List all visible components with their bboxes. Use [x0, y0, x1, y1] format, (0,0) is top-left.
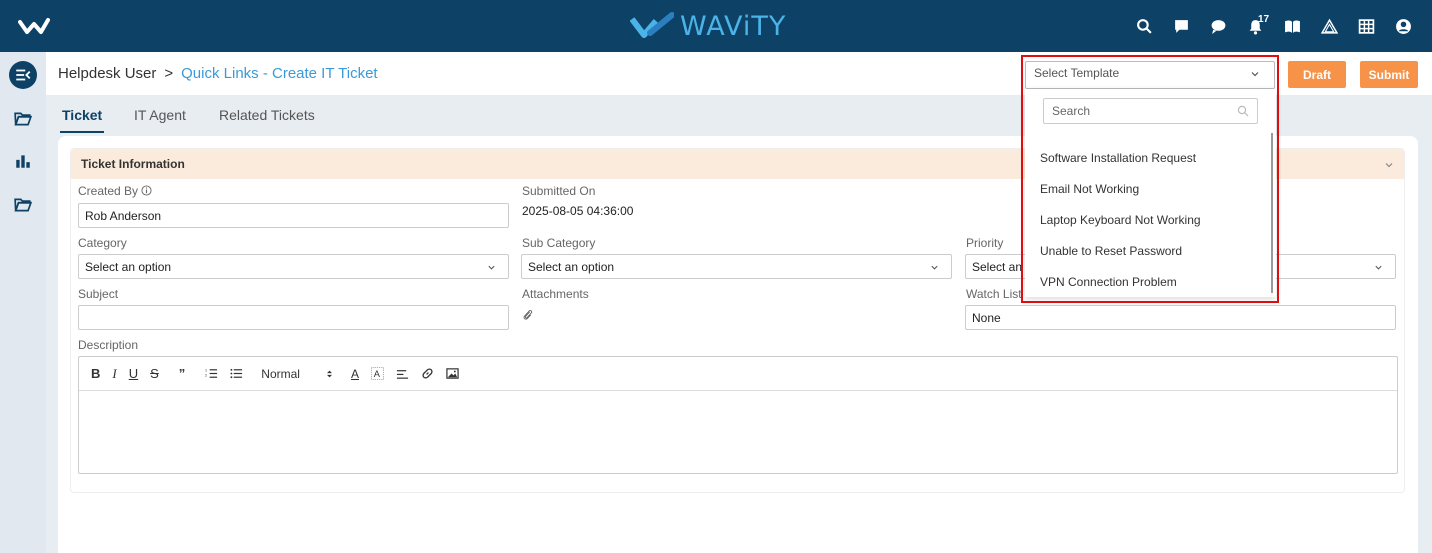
chevron-down-icon — [488, 265, 495, 270]
template-search-input[interactable]: Search — [1043, 98, 1258, 124]
brand-mark-icon — [630, 12, 674, 38]
search-icon[interactable] — [1127, 9, 1161, 43]
triangle-icon[interactable] — [1312, 9, 1346, 43]
submitted-on-label: Submitted On — [522, 184, 596, 198]
template-option[interactable]: VPN Connection Problem — [1025, 266, 1276, 297]
breadcrumb-root[interactable]: Helpdesk User — [58, 65, 156, 82]
svg-text:A: A — [374, 369, 381, 379]
chat-square-icon[interactable] — [1164, 9, 1198, 43]
template-select-placeholder: Select Template — [1034, 66, 1120, 80]
folder-open-icon[interactable] — [8, 106, 38, 132]
sidebar — [0, 52, 46, 553]
bullet-list-icon[interactable] — [230, 367, 243, 380]
svg-text:1: 1 — [205, 369, 207, 373]
sub-category-label: Sub Category — [522, 236, 596, 250]
top-bar: WAViTY 17 — [0, 0, 1432, 52]
category-label: Category — [78, 236, 127, 250]
subject-label: Subject — [78, 287, 119, 301]
strikethrough-icon[interactable]: S — [150, 366, 159, 381]
attachments-label: Attachments — [522, 287, 589, 301]
sidebar-toggle-button[interactable] — [8, 61, 38, 89]
ordered-list-icon[interactable]: 12 — [205, 367, 218, 380]
format-select[interactable]: Normal — [261, 367, 333, 381]
draft-button[interactable]: Draft — [1288, 61, 1346, 88]
submit-button[interactable]: Submit — [1360, 61, 1418, 88]
watch-list-field[interactable]: None — [965, 305, 1396, 330]
user-icon[interactable] — [1386, 9, 1420, 43]
paperclip-icon[interactable] — [522, 308, 533, 321]
align-icon[interactable] — [396, 367, 409, 380]
breadcrumb-separator: > — [164, 65, 174, 82]
text-color-icon[interactable]: A — [351, 367, 359, 381]
book-icon[interactable] — [1275, 9, 1309, 43]
brand-name: WAViTY — [680, 10, 787, 42]
tab-ticket[interactable]: Ticket — [62, 107, 102, 123]
description-label: Description — [78, 338, 139, 352]
chevron-down-icon — [1251, 72, 1259, 77]
template-dropdown: Search Software Installation Request Ema… — [1025, 89, 1276, 297]
created-by-field[interactable]: Rob Anderson — [78, 203, 509, 228]
bell-icon[interactable]: 17 — [1238, 9, 1272, 43]
breadcrumb: Helpdesk User > Quick Links - Create IT … — [58, 65, 378, 82]
folder-icon[interactable] — [8, 192, 38, 218]
section-title: Ticket Information — [81, 157, 185, 171]
dropdown-scrollbar[interactable] — [1271, 133, 1273, 293]
watch-list-label: Watch List — [966, 287, 1022, 301]
info-icon[interactable] — [141, 185, 152, 196]
subject-input[interactable] — [78, 305, 509, 330]
chevron-down-icon — [931, 265, 938, 270]
image-icon[interactable] — [446, 367, 459, 380]
template-option[interactable]: Unable to Reset Password — [1025, 235, 1276, 266]
grid-icon[interactable] — [1349, 9, 1383, 43]
tab-related-tickets[interactable]: Related Tickets — [219, 107, 315, 123]
notification-count: 17 — [1258, 14, 1270, 25]
active-tab-indicator — [60, 131, 104, 133]
description-editor: B I U S ” 12 Normal A A — [78, 356, 1398, 474]
editor-toolbar: B I U S ” 12 Normal A A — [79, 357, 1397, 391]
template-option[interactable]: Laptop Keyboard Not Working — [1025, 205, 1276, 236]
blockquote-icon[interactable]: ” — [179, 366, 186, 381]
link-icon[interactable] — [421, 367, 434, 380]
search-icon — [1237, 105, 1249, 117]
priority-label: Priority — [966, 236, 1004, 250]
bold-icon[interactable]: B — [91, 366, 100, 381]
italic-icon[interactable]: I — [112, 366, 116, 382]
submitted-on-value: 2025-08-05 04:36:00 — [522, 204, 634, 218]
template-search-placeholder: Search — [1052, 104, 1091, 118]
chevron-down-icon — [1375, 265, 1382, 270]
up-down-icon — [326, 370, 332, 377]
svg-text:2: 2 — [205, 373, 207, 377]
underline-icon[interactable]: U — [129, 366, 138, 381]
template-option-list: Software Installation Request Email Not … — [1025, 143, 1276, 297]
template-select[interactable]: Select Template — [1025, 61, 1275, 89]
chat-bubble-icon[interactable] — [1201, 9, 1235, 43]
created-by-label: Created By — [78, 184, 152, 198]
template-option[interactable]: Email Not Working — [1025, 174, 1276, 205]
top-icon-bar: 17 — [1124, 0, 1420, 52]
app-logo-icon[interactable] — [18, 14, 50, 38]
background-color-icon[interactable]: A — [370, 367, 384, 380]
sub-category-select[interactable]: Select an option — [521, 254, 952, 279]
template-option[interactable]: Software Installation Request — [1025, 143, 1276, 174]
category-select[interactable]: Select an option — [78, 254, 509, 279]
tab-it-agent[interactable]: IT Agent — [134, 107, 186, 123]
sidebar-toggle-icon — [9, 61, 37, 89]
breadcrumb-current: Quick Links - Create IT Ticket — [181, 65, 378, 82]
chevron-down-icon[interactable] — [1384, 160, 1394, 170]
bar-chart-icon[interactable] — [8, 148, 38, 174]
brand-logo: WAViTY — [630, 9, 786, 43]
